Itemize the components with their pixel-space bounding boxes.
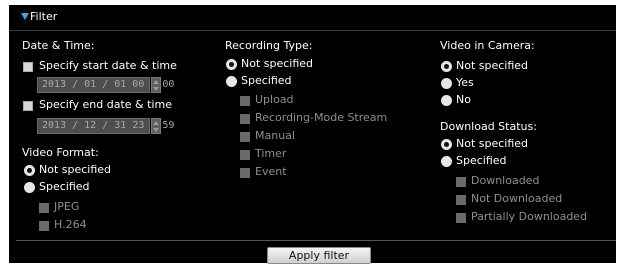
event-label: Event (255, 165, 287, 178)
camera-yes-label: Yes (456, 76, 474, 89)
end-date-checkbox[interactable] (23, 101, 33, 111)
camera-no-label: No (456, 93, 471, 106)
footer-divider (16, 240, 616, 241)
recording-type-heading: Recording Type: (225, 39, 313, 52)
start-date-spinner[interactable] (151, 77, 161, 93)
camera-not-specified-label: Not specified (456, 59, 529, 72)
download-specified-label: Specified (456, 154, 507, 167)
download-not-specified-radio[interactable] (441, 139, 452, 150)
download-specified-radio[interactable] (441, 156, 452, 167)
filter-header[interactable]: Filter (9, 5, 616, 31)
recording-mode-stream-checkbox[interactable] (240, 114, 250, 124)
upload-checkbox[interactable] (240, 96, 250, 106)
filter-title: Filter (30, 10, 58, 23)
not-downloaded-label: Not Downloaded (471, 192, 563, 205)
recording-not-specified-label: Not specified (241, 57, 314, 70)
video-format-heading: Video Format: (22, 146, 99, 159)
date-time-heading: Date & Time: (22, 39, 95, 52)
end-date-label: Specify end date & time (39, 98, 172, 111)
collapse-triangle-icon[interactable] (21, 13, 29, 20)
upload-label: Upload (255, 93, 294, 106)
video-format-not-specified-label: Not specified (39, 163, 112, 176)
event-checkbox[interactable] (240, 168, 250, 178)
start-date-label: Specify start date & time (39, 59, 177, 72)
recording-specified-label: Specified (241, 74, 292, 87)
manual-checkbox[interactable] (240, 132, 250, 142)
jpeg-checkbox[interactable] (39, 203, 49, 213)
video-format-specified-radio[interactable] (24, 182, 35, 193)
start-date-input[interactable]: 2013 / 01 / 01 00 : 00 (37, 77, 174, 93)
manual-label: Manual (255, 129, 295, 142)
camera-yes-radio[interactable] (441, 78, 452, 89)
end-date-input[interactable]: 2013 / 12 / 31 23 : 59 (37, 118, 174, 134)
camera-not-specified-radio[interactable] (441, 61, 452, 72)
partially-downloaded-label: Partially Downloaded (471, 210, 588, 223)
timer-label: Timer (255, 147, 287, 160)
timer-checkbox[interactable] (240, 150, 250, 160)
h264-label: H.264 (54, 218, 87, 231)
video-format-specified-label: Specified (39, 180, 90, 193)
camera-no-radio[interactable] (441, 95, 452, 106)
video-format-not-specified-radio[interactable] (24, 165, 35, 176)
recording-specified-radio[interactable] (226, 76, 237, 87)
downloaded-checkbox[interactable] (456, 177, 466, 187)
downloaded-label: Downloaded (471, 174, 540, 187)
recording-mode-stream-label: Recording-Mode Stream (255, 111, 388, 124)
video-in-camera-heading: Video in Camera: (440, 39, 535, 52)
download-not-specified-label: Not specified (456, 137, 529, 150)
apply-filter-button[interactable]: Apply filter (267, 247, 371, 264)
end-date-spinner[interactable] (151, 118, 161, 134)
h264-checkbox[interactable] (39, 221, 49, 231)
download-status-heading: Download Status: (440, 120, 537, 133)
not-downloaded-checkbox[interactable] (456, 195, 466, 205)
start-date-checkbox[interactable] (23, 62, 33, 72)
jpeg-label: JPEG (54, 200, 80, 213)
partially-downloaded-checkbox[interactable] (456, 213, 466, 223)
recording-not-specified-radio[interactable] (226, 59, 237, 70)
